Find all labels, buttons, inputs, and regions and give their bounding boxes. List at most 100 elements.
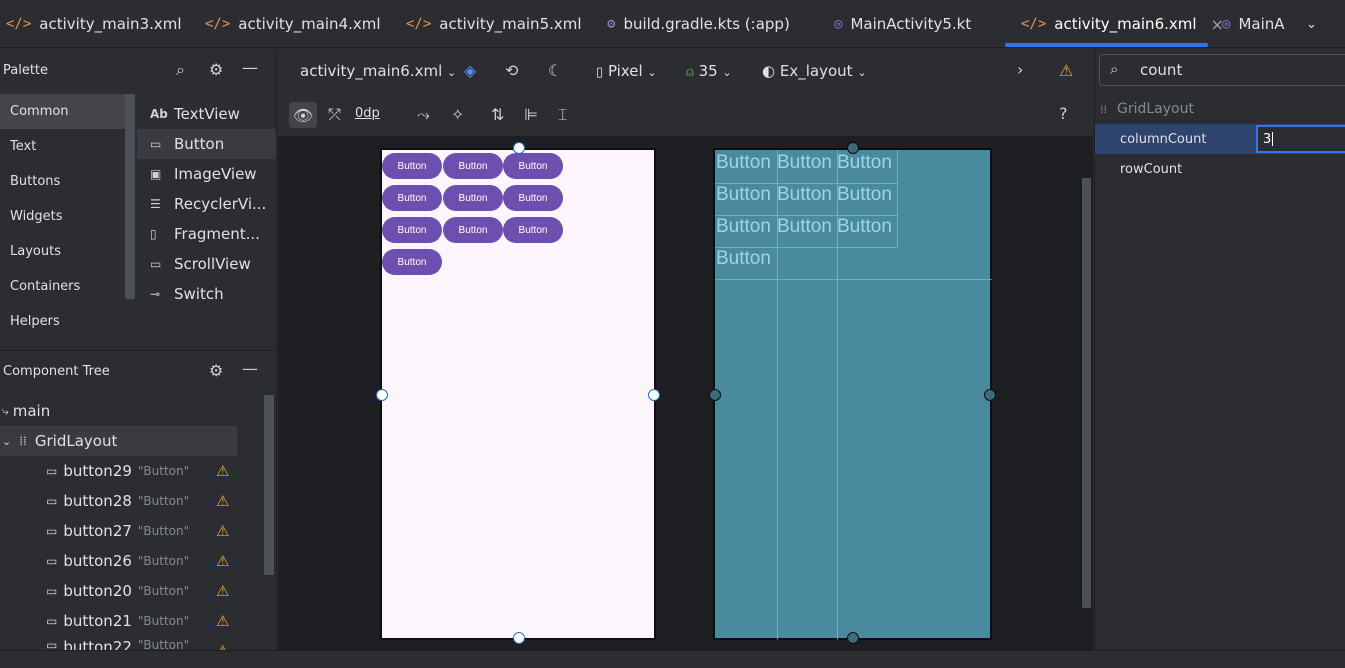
tree-row-button28[interactable]: ▭ button28 "Button" [0, 486, 237, 516]
tab-activity-main5[interactable]: </> activity_main5.xml [406, 0, 582, 48]
warning-icon[interactable]: ⚠ [216, 462, 234, 480]
theme-dropdown[interactable]: ◐ Ex_layout ⌄ [762, 62, 867, 80]
palette-category-text[interactable]: Text [0, 129, 126, 164]
blueprint-button[interactable]: Button [837, 184, 897, 206]
constraint-handle[interactable] [984, 389, 996, 401]
palette-category-widgets[interactable]: Widgets [0, 199, 126, 234]
pack-icon[interactable]: ⇅ [491, 105, 504, 124]
palette-category-buttons[interactable]: Buttons [0, 164, 126, 199]
api-level-dropdown[interactable]: ⍝ 35 ⌄ [686, 62, 732, 80]
preview-button[interactable]: Button [382, 217, 442, 243]
blueprint-button[interactable]: Button [837, 152, 897, 174]
tab-activity-main3[interactable]: </> activity_main3.xml [6, 0, 182, 48]
minimize-icon[interactable]: — [242, 58, 258, 77]
chevron-right-icon[interactable]: › [1017, 60, 1023, 79]
file-dropdown[interactable]: activity_main6.xml ⌄ [300, 62, 456, 80]
tree-row-button22[interactable]: ▭ button22 "Button" [0, 636, 237, 651]
warning-icon[interactable]: ⚠ [216, 612, 234, 630]
preview-button[interactable]: Button [443, 217, 503, 243]
blueprint-button[interactable]: Button [716, 216, 777, 238]
chevron-down-icon[interactable]: ⌄ [2, 435, 11, 448]
orientation-icon[interactable]: ⟲ [505, 61, 518, 80]
warning-icon[interactable]: ⚠ [216, 522, 234, 540]
palette-widget-recyclerview[interactable]: ☰ RecyclerVi... [137, 189, 276, 219]
blueprint-button[interactable]: Button [777, 184, 837, 206]
tree-row-gridlayout[interactable]: ⌄ ⁞⁞ GridLayout [0, 426, 237, 456]
constraint-handle[interactable] [648, 389, 660, 401]
preview-button[interactable]: Button [503, 217, 563, 243]
preview-button[interactable]: Button [382, 185, 442, 211]
preview-button[interactable]: Button [382, 249, 442, 275]
constraint-handle[interactable] [513, 142, 525, 154]
tree-row-main[interactable]: ⤷ main [0, 396, 237, 426]
fragment-icon: ▯ [150, 227, 157, 241]
tree-row-button27[interactable]: ▭ button27 "Button" [0, 516, 237, 546]
minimize-icon[interactable]: — [242, 359, 258, 378]
search-icon[interactable]: ⌕ [176, 60, 185, 80]
gear-icon[interactable]: ⚙ [209, 60, 223, 79]
blueprint-button[interactable]: Button [716, 152, 777, 174]
constraint-handle[interactable] [513, 632, 525, 644]
eye-icon[interactable]: 👁 [289, 102, 317, 128]
infer-constraints-icon[interactable]: ✧ [451, 105, 464, 124]
tree-row-button21[interactable]: ▭ button21 "Button" [0, 606, 237, 636]
blueprint-screen[interactable]: Button Button Button Button Button Butto… [709, 142, 996, 644]
tab-activity-main4[interactable]: </> activity_main4.xml [205, 0, 381, 48]
xml-icon: </> [406, 16, 432, 32]
preview-button[interactable]: Button [382, 153, 442, 179]
attribute-row-count[interactable]: rowCount [1095, 154, 1345, 184]
preview-button[interactable]: Button [503, 185, 563, 211]
warning-icon[interactable]: ⚠ [216, 552, 234, 570]
autoconnect-off-icon[interactable]: ⤱ [328, 105, 341, 125]
palette-widget-switch[interactable]: ⊸ Switch [137, 279, 276, 309]
warning-icon[interactable]: ⚠ [1059, 61, 1073, 80]
blueprint-button[interactable]: Button [716, 248, 777, 270]
night-mode-icon[interactable]: ☾ [548, 61, 562, 80]
constraint-handle[interactable] [709, 389, 721, 401]
attribute-search-input[interactable]: ⌕ count [1099, 54, 1345, 86]
palette-category-common[interactable]: Common [0, 94, 126, 129]
constraint-handle[interactable] [847, 632, 859, 644]
tab-activity-main6[interactable]: </> activity_main6.xml × [1021, 0, 1224, 48]
palette-category-containers[interactable]: Containers [0, 269, 126, 304]
palette-widget-textview[interactable]: Ab TextView [137, 99, 276, 129]
constraint-handle[interactable] [847, 142, 859, 154]
canvas-scrollbar[interactable] [1082, 178, 1091, 608]
clear-constraints-icon[interactable]: ⤳ [417, 105, 430, 125]
tab-overflow-chevron-icon[interactable]: ⌄ [1306, 0, 1317, 48]
tab-mainactivity5[interactable]: ◎ MainActivity5.kt [834, 0, 971, 48]
warning-icon[interactable]: ⚠ [216, 492, 234, 510]
layers-icon[interactable]: ◈ [464, 61, 476, 80]
blueprint-button[interactable]: Button [777, 216, 837, 238]
help-icon[interactable]: ? [1059, 104, 1068, 123]
tab-build-gradle[interactable]: ⚙ build.gradle.kts (:app) [607, 0, 790, 48]
constraint-handle[interactable] [376, 389, 388, 401]
gear-icon[interactable]: ⚙ [209, 361, 223, 380]
preview-button[interactable]: Button [443, 185, 503, 211]
palette-widget-fragment[interactable]: ▯ Fragment... [137, 219, 276, 249]
palette-widget-imageview[interactable]: ▣ ImageView [137, 159, 276, 189]
palette-widget-button[interactable]: ▭ Button [137, 129, 276, 159]
category-scrollbar[interactable] [125, 94, 135, 299]
palette-widget-scrollview[interactable]: ▭ ScrollView [137, 249, 276, 279]
guidelines-icon[interactable]: ⌶ [558, 105, 568, 125]
tree-row-button20[interactable]: ▭ button20 "Button" [0, 576, 237, 606]
tree-row-button29[interactable]: ▭ button29 "Button" [0, 456, 237, 486]
column-count-input[interactable]: 3 [1256, 125, 1345, 153]
blueprint-button[interactable]: Button [837, 216, 897, 238]
tab-maina[interactable]: ◎ MainA [1222, 0, 1288, 48]
palette-category-helpers[interactable]: Helpers [0, 304, 126, 339]
preview-button[interactable]: Button [443, 153, 503, 179]
blueprint-button[interactable]: Button [777, 152, 837, 174]
tree-row-button26[interactable]: ▭ button26 "Button" [0, 546, 237, 576]
device-dropdown[interactable]: ▯ Pixel ⌄ [596, 62, 657, 80]
default-margin-field[interactable]: 0dp [355, 106, 380, 121]
chevron-down-icon: ⌄ [647, 66, 657, 79]
align-icon[interactable]: ⊫ [524, 105, 538, 124]
warning-icon[interactable]: ⚠ [216, 582, 234, 600]
blueprint-button[interactable]: Button [716, 184, 777, 206]
tree-scrollbar[interactable] [264, 395, 274, 575]
palette-category-layouts[interactable]: Layouts [0, 234, 126, 269]
preview-button[interactable]: Button [503, 153, 563, 179]
design-preview-screen[interactable]: Button Button Button Button Button Butto… [376, 142, 660, 644]
